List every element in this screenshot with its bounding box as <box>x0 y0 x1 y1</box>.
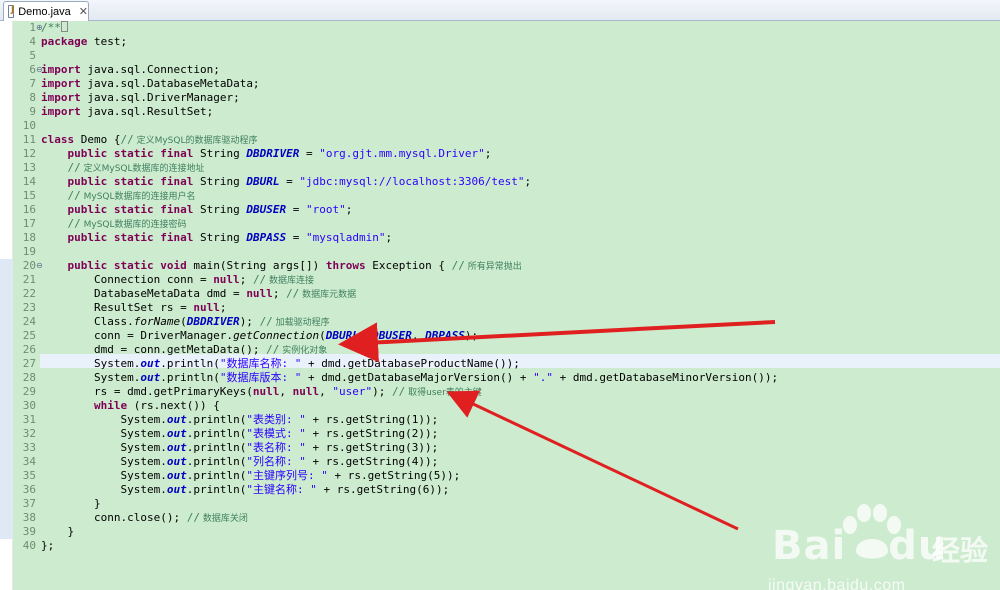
editor-tab-bar: Demo.java ✕ <box>0 0 1000 21</box>
arrow-to-line-26 <box>338 320 776 363</box>
code-editor[interactable]: 1 ⊕/** 4 package test; 5 6 ⊖ import java.sql.Co… <box>0 21 1000 590</box>
baidu-watermark: Bai du 经验 jingyan.baidu.com <box>754 503 994 590</box>
tab-title: Demo.java <box>18 5 71 18</box>
watermark-url: jingyan.baidu.com <box>768 577 906 590</box>
tab-demo-java[interactable]: Demo.java ✕ <box>3 1 89 21</box>
arrow-to-line-29 <box>446 390 739 531</box>
close-icon[interactable]: ✕ <box>79 5 88 18</box>
watermark-brand: Bai du <box>772 523 948 569</box>
java-file-icon <box>8 5 15 18</box>
watermark-cn: 经验 <box>932 534 989 567</box>
